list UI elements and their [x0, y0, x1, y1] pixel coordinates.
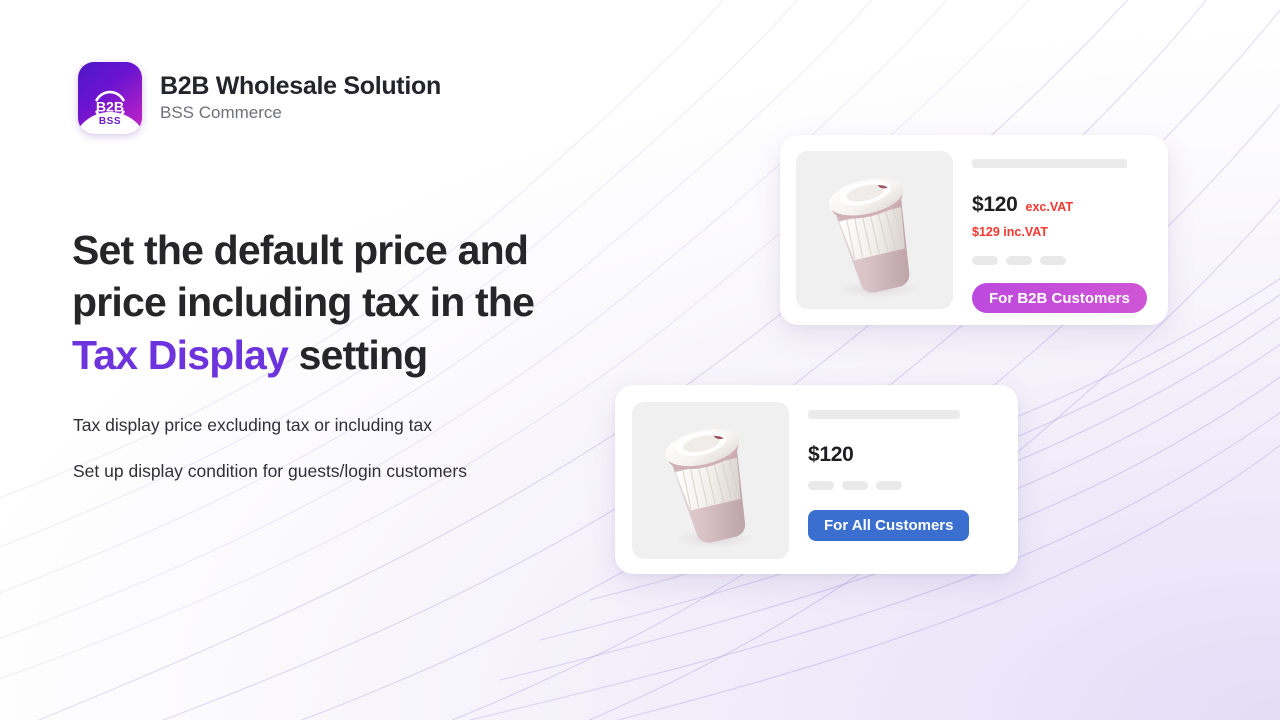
- swatch-placeholder[interactable]: [972, 256, 998, 265]
- swatch-placeholder[interactable]: [808, 481, 834, 490]
- product-title-placeholder: [808, 410, 960, 419]
- brand-header: B2B BSS B2B Wholesale Solution BSS Comme…: [78, 62, 441, 134]
- feature-list: Tax display price excluding tax or inclu…: [73, 414, 633, 483]
- product-thumbnail: [632, 402, 789, 559]
- product-card-b2b: $120 exc.VAT $129 inc.VAT For B2B Custom…: [780, 135, 1168, 325]
- for-all-customers-button[interactable]: For All Customers: [808, 510, 970, 541]
- swatch-placeholder[interactable]: [842, 481, 868, 490]
- price-row: $120 exc.VAT: [972, 193, 1152, 217]
- product-title-placeholder: [972, 159, 1127, 168]
- price-value: $120: [972, 193, 1018, 216]
- brand-text-group: B2B Wholesale Solution BSS Commerce: [160, 71, 441, 123]
- price-row: $120: [808, 443, 1001, 467]
- coffee-cup-icon: [665, 429, 754, 549]
- product-thumbnail: [796, 151, 953, 309]
- variant-swatch-placeholders: [972, 256, 1152, 265]
- feature-item: Tax display price excluding tax or inclu…: [73, 415, 432, 435]
- app-title: B2B Wholesale Solution: [160, 71, 441, 100]
- product-card-body: $120 For All Customers: [789, 402, 1001, 541]
- headline-line-2: price including tax in the: [72, 279, 535, 326]
- feature-item: Set up display condition for guests/logi…: [73, 460, 467, 481]
- swatch-placeholder[interactable]: [1006, 256, 1032, 265]
- page-title: Set the default price and price includin…: [72, 224, 632, 381]
- price-inc-vat: $129 inc.VAT: [972, 225, 1048, 239]
- app-vendor: BSS Commerce: [160, 103, 282, 123]
- coffee-cup-icon: [828, 178, 918, 298]
- variant-swatch-placeholders: [808, 481, 1001, 490]
- swatch-placeholder[interactable]: [876, 481, 902, 490]
- headline-accent: Tax Display: [72, 331, 289, 378]
- logo-badge-label: BSS: [98, 116, 122, 127]
- headline-line-1: Set the default price and: [72, 227, 529, 273]
- b2b-logo-icon: B2B BSS: [78, 62, 142, 134]
- product-card-all-customers: $120 For All Customers: [615, 385, 1018, 574]
- swatch-placeholder[interactable]: [1040, 256, 1066, 265]
- price-value: $120: [808, 443, 854, 466]
- headline-line-3-tail: setting: [288, 331, 429, 378]
- price-exc-vat-label: exc.VAT: [1025, 200, 1074, 214]
- for-b2b-customers-button[interactable]: For B2B Customers: [972, 283, 1147, 313]
- product-card-body: $120 exc.VAT $129 inc.VAT For B2B Custom…: [953, 151, 1152, 313]
- promo-banner: B2B BSS B2B Wholesale Solution BSS Comme…: [0, 0, 1280, 720]
